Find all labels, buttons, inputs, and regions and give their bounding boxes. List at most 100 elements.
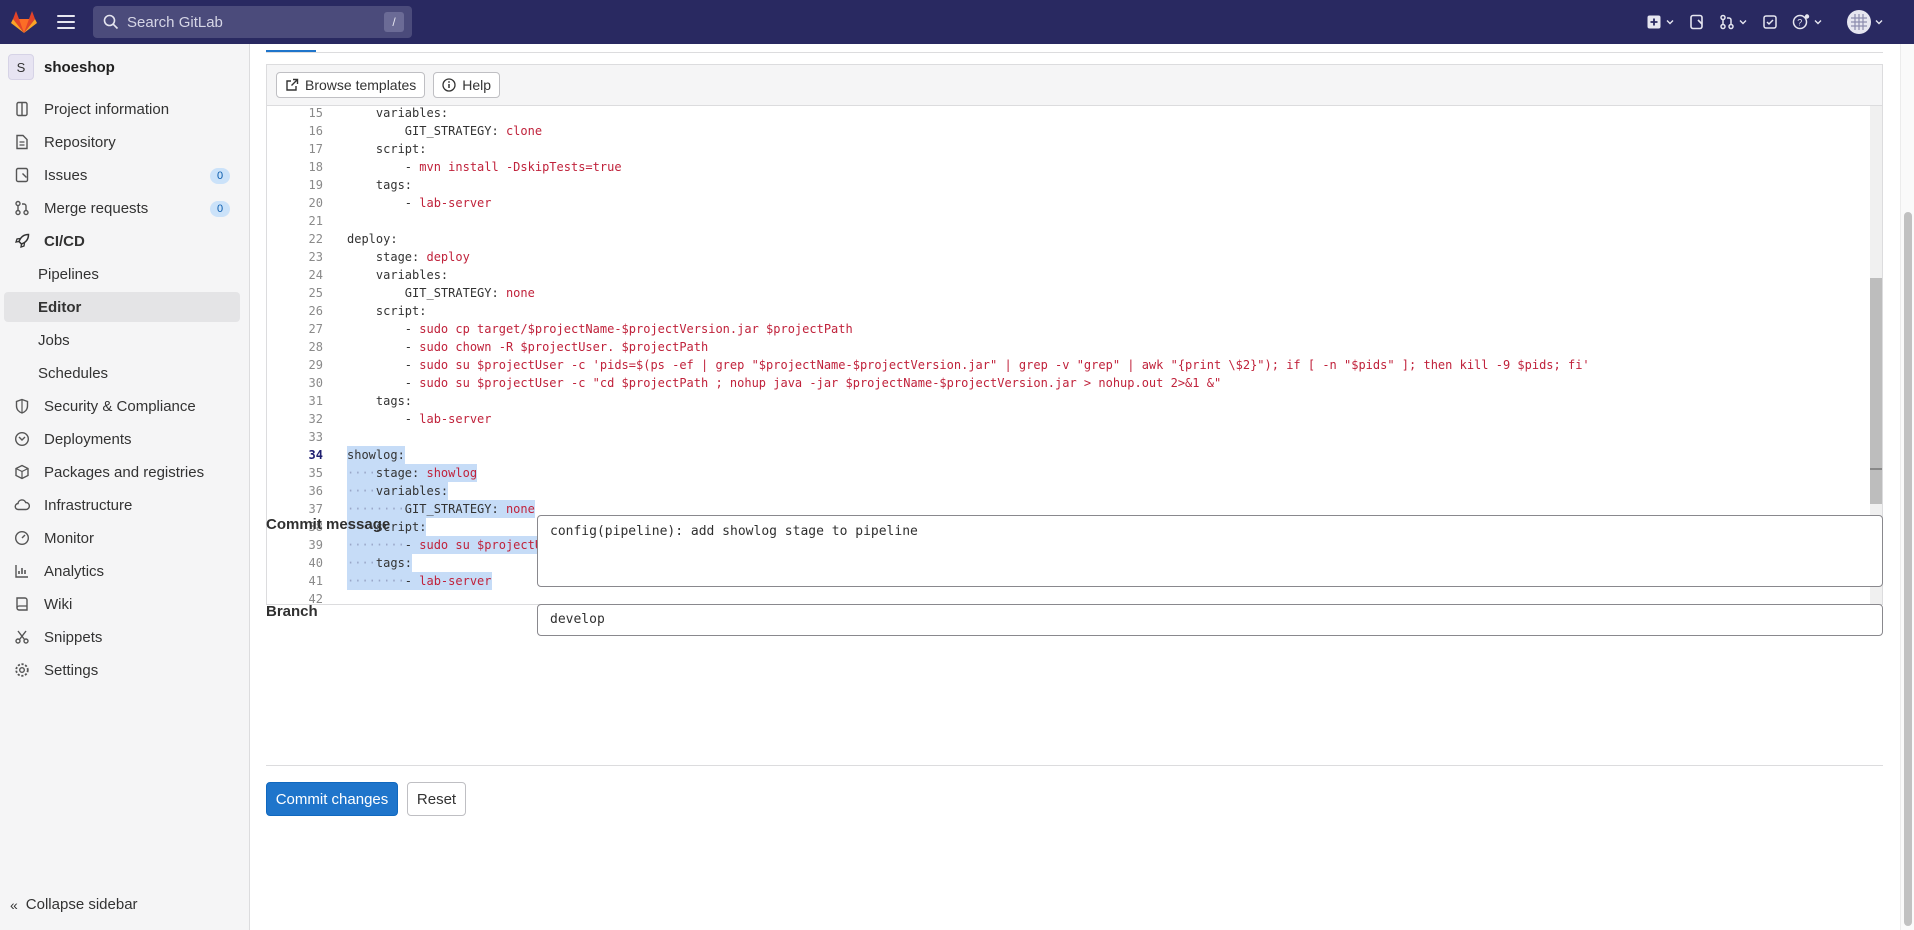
- sidebar-item-packages-registries[interactable]: Packages and registries: [4, 457, 240, 487]
- sidebar-item-security-compliance[interactable]: Security & Compliance: [4, 391, 240, 421]
- sidebar-item-merge-requests[interactable]: Merge requests 0: [4, 193, 240, 223]
- code-text: script:: [347, 140, 427, 158]
- code-line[interactable]: 34 showlog:: [267, 446, 1867, 464]
- sidebar-item-cicd[interactable]: CI/CD: [4, 226, 240, 256]
- code-indent: ····: [347, 466, 376, 480]
- sidebar-item-jobs[interactable]: Jobs: [4, 325, 240, 355]
- page-scrollbar[interactable]: [1900, 44, 1914, 930]
- code-text: GIT_STRATEGY: none: [347, 284, 535, 302]
- create-new-dropdown[interactable]: [1646, 14, 1675, 30]
- sidebar-item-label: Settings: [44, 661, 99, 679]
- collapse-sidebar-button[interactable]: « Collapse sidebar: [10, 896, 138, 913]
- issues-top-button[interactable]: [1689, 14, 1705, 30]
- code-line[interactable]: 15 variables:: [267, 106, 1867, 122]
- line-number: 28: [308, 340, 323, 354]
- line-number: 23: [308, 250, 323, 264]
- search-box[interactable]: Search GitLab /: [93, 6, 412, 38]
- code-text: - sudo chown -R $projectUser. $projectPa…: [347, 338, 708, 356]
- yaml-key: -: [404, 574, 420, 588]
- sidebar-item-editor[interactable]: Editor: [4, 292, 240, 322]
- code-line[interactable]: 29 - sudo su $projectUser -c 'pids=$(ps …: [267, 356, 1867, 374]
- code-line[interactable]: 30 - sudo su $projectUser -c "cd $projec…: [267, 374, 1867, 392]
- yaml-key: GIT_STRATEGY:: [404, 286, 506, 300]
- code-line[interactable]: 20 - lab-server: [267, 194, 1867, 212]
- cloud-icon: [14, 497, 30, 513]
- project-header[interactable]: S shoeshop: [8, 54, 115, 80]
- code-line[interactable]: 21: [267, 212, 1867, 230]
- line-number: 42: [308, 592, 323, 604]
- sidebar-item-repository[interactable]: Repository: [4, 127, 240, 157]
- sidebar-item-settings[interactable]: Settings: [4, 655, 240, 685]
- code-line[interactable]: 24 variables:: [267, 266, 1867, 284]
- yaml-value: lab-server: [419, 412, 492, 426]
- issues-icon: [14, 167, 30, 183]
- code-line[interactable]: 28 - sudo chown -R $projectUser. $projec…: [267, 338, 1867, 356]
- code-line[interactable]: 16 GIT_STRATEGY: clone: [267, 122, 1867, 140]
- code-line[interactable]: 35 ····stage: showlog: [267, 464, 1867, 482]
- yaml-key: -: [404, 340, 420, 354]
- sidebar-item-schedules[interactable]: Schedules: [4, 358, 240, 388]
- code-line[interactable]: 25 GIT_STRATEGY: none: [267, 284, 1867, 302]
- search-icon: [103, 14, 119, 30]
- sidebar-item-analytics[interactable]: Analytics: [4, 556, 240, 586]
- code-line[interactable]: 22 deploy:: [267, 230, 1867, 248]
- reset-button[interactable]: Reset: [407, 782, 466, 816]
- merge-requests-top-dropdown[interactable]: [1719, 14, 1748, 30]
- code-text: ····stage: showlog: [347, 464, 478, 482]
- sidebar-item-label: Editor: [38, 298, 82, 316]
- line-number: 20: [308, 196, 323, 210]
- code-line[interactable]: 27 - sudo cp target/$projectName-$projec…: [267, 320, 1867, 338]
- shield-icon: [14, 398, 30, 414]
- help-dropdown[interactable]: ?: [1792, 14, 1823, 30]
- todos-button[interactable]: [1762, 14, 1778, 30]
- sidebar-item-issues[interactable]: Issues 0: [4, 160, 240, 190]
- monitor-icon: [14, 530, 30, 546]
- line-number: 29: [308, 358, 323, 372]
- chevron-down-icon: [1666, 20, 1674, 25]
- main-content: Browse templates Help 42 41 ········- lab-…: [250, 44, 1900, 930]
- merge-requests-count-badge: 0: [210, 201, 230, 217]
- code-line[interactable]: 32 - lab-server: [267, 410, 1867, 428]
- code-line[interactable]: 31 tags:: [267, 392, 1867, 410]
- code-line[interactable]: 42: [267, 590, 1867, 604]
- editor-scrollbar-thumb[interactable]: [1870, 278, 1882, 504]
- merge-request-icon: [14, 200, 30, 216]
- line-number: 22: [308, 232, 323, 246]
- code-line[interactable]: 19 tags:: [267, 176, 1867, 194]
- browse-templates-button[interactable]: Browse templates: [276, 72, 426, 98]
- sidebar-item-deployments[interactable]: Deployments: [4, 424, 240, 454]
- info-icon: [442, 78, 456, 92]
- help-button[interactable]: Help: [433, 72, 501, 98]
- line-number: 17: [308, 142, 323, 156]
- sidebar-item-pipelines[interactable]: Pipelines: [4, 259, 240, 289]
- code-line[interactable]: 23 stage: deploy: [267, 248, 1867, 266]
- code-line[interactable]: 36 ····variables:: [267, 482, 1867, 500]
- yaml-value: none: [505, 286, 535, 300]
- sidebar-item-project-information[interactable]: Project information: [4, 94, 240, 124]
- sidebar-item-label: Project information: [44, 100, 170, 118]
- commit-changes-button[interactable]: Commit changes: [266, 782, 398, 816]
- page-scrollbar-thumb[interactable]: [1904, 212, 1912, 926]
- code-line[interactable]: 17 script:: [267, 140, 1867, 158]
- gear-icon: [14, 662, 30, 678]
- code-indent: ····: [347, 484, 376, 498]
- code-line[interactable]: 26 script:: [267, 302, 1867, 320]
- sidebar-item-infrastructure[interactable]: Infrastructure: [4, 490, 240, 520]
- code-line[interactable]: 33: [267, 428, 1867, 446]
- branch-input[interactable]: develop: [537, 604, 1883, 636]
- gitlab-logo-icon[interactable]: [10, 8, 38, 36]
- code-line[interactable]: 18 - mvn install -DskipTests=true: [267, 158, 1867, 176]
- code-text: - lab-server: [347, 410, 492, 428]
- user-menu-dropdown[interactable]: [1847, 10, 1884, 34]
- menu-icon[interactable]: [56, 12, 76, 32]
- collapse-sidebar-label: Collapse sidebar: [25, 896, 138, 913]
- code-text: - mvn install -DskipTests=true: [347, 158, 622, 176]
- sidebar-item-snippets[interactable]: Snippets: [4, 622, 240, 652]
- sidebar-item-monitor[interactable]: Monitor: [4, 523, 240, 553]
- commit-message-input[interactable]: config(pipeline): add showlog stage to p…: [537, 515, 1883, 587]
- sidebar-item-wiki[interactable]: Wiki: [4, 589, 240, 619]
- sidebar-item-label: Analytics: [44, 562, 105, 580]
